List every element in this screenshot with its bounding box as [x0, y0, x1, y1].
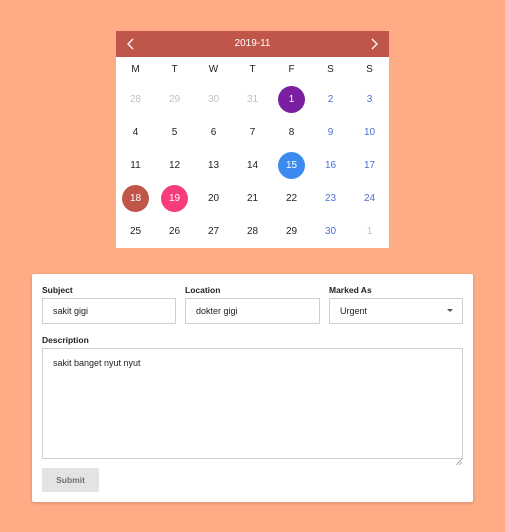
description-label: Description	[42, 335, 89, 345]
calendar-day[interactable]: 8	[272, 116, 311, 149]
weekday-header-row: M T W T F S S	[116, 57, 389, 83]
calendar-day[interactable]: 13	[194, 149, 233, 182]
calendar-day[interactable]: 23	[311, 182, 350, 215]
calendar-day[interactable]: 14	[233, 149, 272, 182]
submit-button[interactable]: Submit	[42, 468, 99, 492]
calendar-day[interactable]: 2	[311, 83, 350, 116]
calendar-day[interactable]: 29	[272, 215, 311, 248]
calendar-day[interactable]: 11	[116, 149, 155, 182]
calendar-day[interactable]: 29	[155, 83, 194, 116]
calendar-day[interactable]: 12	[155, 149, 194, 182]
weekday-label: T	[249, 64, 256, 75]
weekday-label: T	[171, 64, 178, 75]
calendar-header: 2019-11	[116, 31, 389, 57]
subject-input[interactable]	[42, 298, 176, 324]
calendar-day[interactable]: 24	[350, 182, 389, 215]
calendar-day-grid: 28 29 30 31 1 2 3 4 5 6 7 8 9 10 11 12 13 14 15 16 17 18 19 20 2…	[116, 83, 389, 248]
marked-as-label: Marked As	[329, 285, 372, 295]
calendar-day[interactable]: 9	[311, 116, 350, 149]
weekday-label: M	[131, 64, 140, 75]
calendar-day[interactable]: 26	[155, 215, 194, 248]
subject-label: Subject	[42, 285, 73, 295]
location-label: Location	[185, 285, 221, 295]
weekday-label: W	[208, 64, 219, 75]
calendar-day[interactable]: 20	[194, 182, 233, 215]
calendar-day[interactable]: 25	[116, 215, 155, 248]
calendar-day[interactable]: 16	[311, 149, 350, 182]
calendar: 2019-11 M T W T F S S 28 29 30 31 1 2 3 4 5 6 7 8 9 1…	[116, 31, 389, 248]
calendar-day[interactable]: 1	[278, 86, 305, 113]
weekday-label: F	[288, 64, 295, 75]
weekday-label: S	[327, 64, 334, 75]
description-textarea[interactable]: sakit banget nyut nyut	[42, 348, 463, 459]
calendar-day[interactable]: 5	[155, 116, 194, 149]
marked-as-select[interactable]: Urgent	[329, 298, 463, 324]
calendar-day[interactable]: 3	[350, 83, 389, 116]
calendar-day[interactable]: 19	[161, 185, 188, 212]
calendar-day[interactable]: 1	[350, 215, 389, 248]
calendar-day[interactable]: 22	[272, 182, 311, 215]
calendar-day[interactable]: 30	[311, 215, 350, 248]
calendar-day[interactable]: 7	[233, 116, 272, 149]
calendar-day[interactable]: 6	[194, 116, 233, 149]
chevron-right-icon[interactable]	[367, 37, 381, 51]
marked-as-value: Urgent	[340, 306, 368, 316]
calendar-day[interactable]: 30	[194, 83, 233, 116]
event-form-card: Subject Location Marked As Urgent Descri…	[32, 274, 473, 502]
calendar-day[interactable]: 27	[194, 215, 233, 248]
calendar-day[interactable]: 28	[116, 83, 155, 116]
calendar-day[interactable]: 28	[233, 215, 272, 248]
calendar-day[interactable]: 17	[350, 149, 389, 182]
calendar-day[interactable]: 18	[122, 185, 149, 212]
calendar-day[interactable]: 10	[350, 116, 389, 149]
weekday-label: S	[366, 64, 373, 75]
calendar-day[interactable]: 21	[233, 182, 272, 215]
caret-down-icon	[447, 309, 453, 312]
location-input[interactable]	[185, 298, 320, 324]
calendar-month-title: 2019-11	[234, 38, 271, 49]
resize-handle-icon[interactable]	[455, 452, 463, 466]
calendar-day[interactable]: 31	[233, 83, 272, 116]
calendar-day[interactable]: 15	[278, 152, 305, 179]
calendar-day[interactable]: 4	[116, 116, 155, 149]
